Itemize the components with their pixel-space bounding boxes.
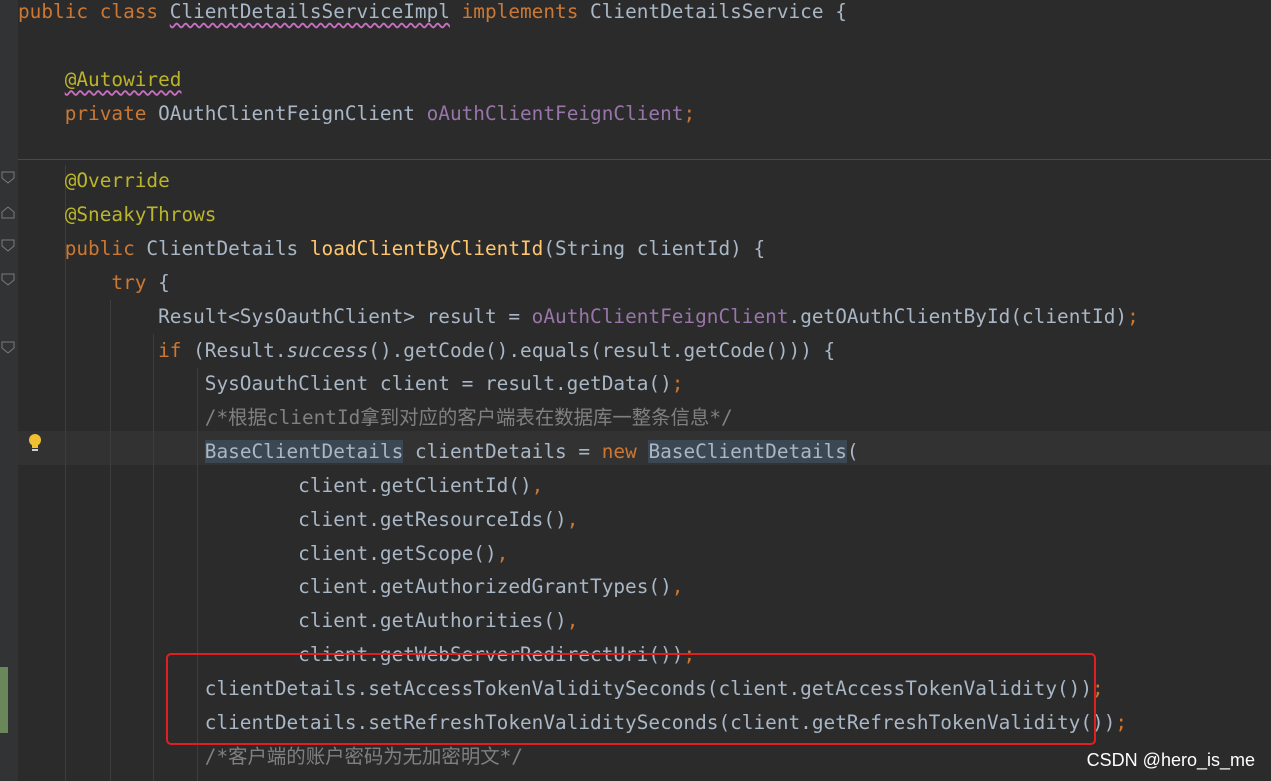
code-token: if bbox=[18, 338, 194, 362]
code-token: .getOAuthClientById(clientId) bbox=[788, 304, 1128, 328]
code-line[interactable]: try { bbox=[18, 270, 170, 305]
code-token: , bbox=[531, 473, 544, 497]
code-token: public class bbox=[18, 0, 170, 23]
fold-marker-icon[interactable] bbox=[0, 170, 16, 186]
code-token: client.getResourceIds() bbox=[18, 507, 567, 531]
annotation-box bbox=[166, 653, 1096, 745]
code-token: (Result. bbox=[193, 338, 287, 362]
code-token: , bbox=[671, 575, 684, 599]
code-token: ; bbox=[1127, 304, 1139, 328]
code-line[interactable]: public ClientDetails loadClientByClientI… bbox=[18, 237, 765, 271]
code-token: client.getAuthorities() bbox=[18, 609, 567, 633]
code-token: client.getScope() bbox=[18, 541, 497, 565]
editor-gutter bbox=[0, 0, 18, 781]
code-line[interactable]: private OAuthClientFeignClient oAuthClie… bbox=[18, 102, 695, 136]
code-line[interactable]: client.getAuthorizedGrantTypes(), bbox=[18, 575, 683, 609]
code-line[interactable]: @Override bbox=[18, 169, 170, 203]
code-token: private bbox=[18, 101, 159, 125]
code-token: { bbox=[158, 270, 170, 294]
code-token: ( bbox=[846, 440, 859, 464]
code-token: ClientDetailsService { bbox=[590, 0, 847, 23]
fold-marker-icon[interactable] bbox=[0, 272, 16, 288]
code-line[interactable]: Result<SysOauthClient> result = oAuthCli… bbox=[18, 305, 1139, 339]
code-line[interactable]: client.getScope(), bbox=[18, 542, 508, 576]
code-token: try bbox=[18, 270, 159, 294]
code-token: BaseClientDetails bbox=[204, 440, 404, 464]
code-line[interactable]: client.getAuthorities(), bbox=[18, 609, 578, 643]
code-token: /*根据clientId拿到对应的客户端表在数据库一整条信息*/ bbox=[18, 406, 733, 430]
code-token: new bbox=[601, 440, 649, 464]
fold-marker-icon[interactable] bbox=[0, 238, 16, 254]
code-token: ClientDetails bbox=[146, 236, 310, 260]
code-token: OAuthClientFeignClient bbox=[158, 101, 427, 125]
code-token: SysOauthClient client = result.getData() bbox=[18, 372, 672, 396]
code-token: ; bbox=[1115, 710, 1128, 734]
code-line[interactable]: SysOauthClient client = result.getData()… bbox=[18, 372, 684, 406]
code-token: , bbox=[566, 507, 579, 531]
code-token: client.getClientId() bbox=[18, 473, 532, 497]
code-token: /*客户端的账户密码为无加密明文*/ bbox=[18, 744, 523, 768]
vcs-change-marker[interactable] bbox=[0, 667, 8, 733]
code-token: implements bbox=[449, 0, 591, 23]
code-line[interactable]: public class ClientDetailsServiceImpl im… bbox=[18, 0, 847, 34]
code-token: client.getAuthorizedGrantTypes() bbox=[18, 575, 672, 599]
code-token: success bbox=[286, 338, 369, 362]
code-line[interactable]: if (Result.success().getCode().equals(re… bbox=[18, 339, 835, 373]
fold-marker-icon[interactable] bbox=[0, 204, 16, 220]
code-line[interactable]: @SneakyThrows bbox=[18, 203, 217, 237]
code-token: loadClientByClientId bbox=[309, 236, 544, 260]
code-token: ().getCode().equals(result.getCode())) { bbox=[368, 338, 836, 362]
code-token: public bbox=[18, 236, 147, 260]
code-token: clientDetails = bbox=[403, 440, 602, 464]
code-token: @Override bbox=[64, 169, 170, 193]
fold-marker-icon[interactable] bbox=[0, 340, 16, 356]
code-token: oAuthClientFeignClient bbox=[426, 101, 684, 125]
code-token: @Autowired bbox=[64, 67, 182, 91]
code-token: , bbox=[566, 609, 579, 633]
code-token: ClientDetailsServiceImpl bbox=[169, 0, 450, 23]
code-line[interactable]: BaseClientDetails clientDetails = new Ba… bbox=[18, 440, 859, 474]
code-token: , bbox=[496, 541, 509, 565]
code-token: BaseClientDetails bbox=[648, 440, 847, 464]
code-token: (String clientId) { bbox=[543, 236, 766, 260]
code-token: ; bbox=[683, 101, 696, 125]
code-line[interactable]: client.getClientId(), bbox=[18, 474, 543, 508]
code-token: @SneakyThrows bbox=[64, 203, 217, 227]
code-line[interactable]: /*根据clientId拿到对应的客户端表在数据库一整条信息*/ bbox=[18, 406, 733, 440]
code-line[interactable]: @Autowired bbox=[18, 67, 182, 102]
method-separator bbox=[18, 159, 1271, 160]
code-token: ; bbox=[671, 372, 684, 396]
code-line[interactable]: /*客户端的账户密码为无加密明文*/ bbox=[18, 745, 523, 779]
code-line[interactable]: client.getResourceIds(), bbox=[18, 508, 578, 542]
code-token: oAuthClientFeignClient bbox=[531, 304, 789, 328]
code-token: Result<SysOauthClient> result = bbox=[18, 304, 532, 328]
watermark: CSDN @hero_is_me bbox=[1086, 750, 1255, 770]
